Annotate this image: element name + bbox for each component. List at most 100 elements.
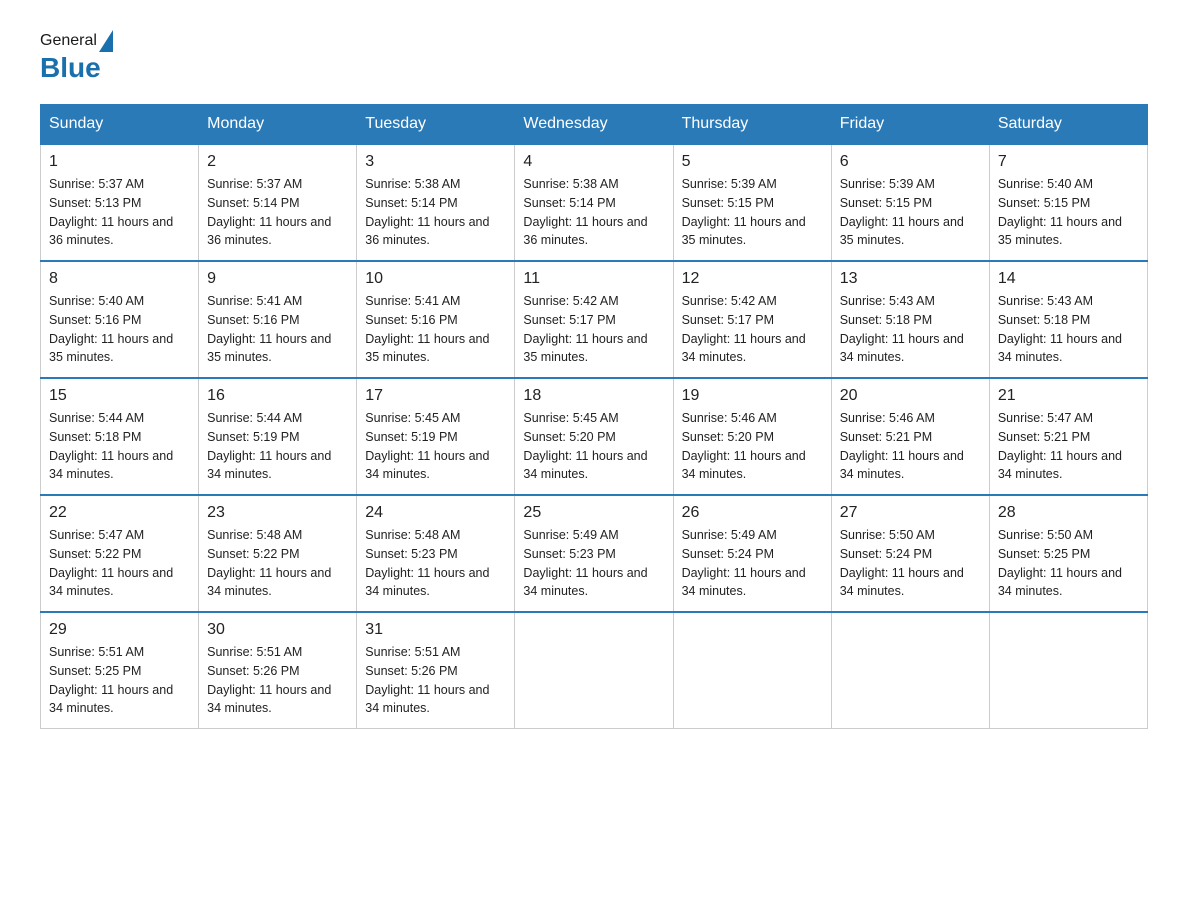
day-info: Sunrise: 5:42 AMSunset: 5:17 PMDaylight:…	[523, 294, 647, 364]
calendar-day-cell: 9 Sunrise: 5:41 AMSunset: 5:16 PMDayligh…	[199, 261, 357, 378]
calendar-day-cell: 15 Sunrise: 5:44 AMSunset: 5:18 PMDaylig…	[41, 378, 199, 495]
day-number: 8	[49, 270, 190, 288]
day-number: 5	[682, 153, 823, 171]
day-info: Sunrise: 5:39 AMSunset: 5:15 PMDaylight:…	[682, 177, 806, 247]
day-number: 25	[523, 504, 664, 522]
day-info: Sunrise: 5:51 AMSunset: 5:25 PMDaylight:…	[49, 645, 173, 715]
calendar-day-cell: 26 Sunrise: 5:49 AMSunset: 5:24 PMDaylig…	[673, 495, 831, 612]
day-number: 26	[682, 504, 823, 522]
calendar-day-cell: 24 Sunrise: 5:48 AMSunset: 5:23 PMDaylig…	[357, 495, 515, 612]
calendar-day-cell: 27 Sunrise: 5:50 AMSunset: 5:24 PMDaylig…	[831, 495, 989, 612]
day-number: 20	[840, 387, 981, 405]
calendar-week-row: 29 Sunrise: 5:51 AMSunset: 5:25 PMDaylig…	[41, 612, 1148, 729]
calendar-day-cell: 21 Sunrise: 5:47 AMSunset: 5:21 PMDaylig…	[989, 378, 1147, 495]
day-number: 1	[49, 153, 190, 171]
day-number: 14	[998, 270, 1139, 288]
calendar-header-saturday: Saturday	[989, 105, 1147, 145]
calendar-day-cell: 11 Sunrise: 5:42 AMSunset: 5:17 PMDaylig…	[515, 261, 673, 378]
day-number: 17	[365, 387, 506, 405]
day-info: Sunrise: 5:42 AMSunset: 5:17 PMDaylight:…	[682, 294, 806, 364]
day-number: 28	[998, 504, 1139, 522]
calendar-day-cell: 2 Sunrise: 5:37 AMSunset: 5:14 PMDayligh…	[199, 144, 357, 261]
day-number: 12	[682, 270, 823, 288]
day-info: Sunrise: 5:37 AMSunset: 5:14 PMDaylight:…	[207, 177, 331, 247]
day-number: 9	[207, 270, 348, 288]
calendar-header-sunday: Sunday	[41, 105, 199, 145]
calendar-week-row: 8 Sunrise: 5:40 AMSunset: 5:16 PMDayligh…	[41, 261, 1148, 378]
day-number: 19	[682, 387, 823, 405]
calendar-day-cell: 6 Sunrise: 5:39 AMSunset: 5:15 PMDayligh…	[831, 144, 989, 261]
day-number: 31	[365, 621, 506, 639]
day-number: 22	[49, 504, 190, 522]
calendar-table: SundayMondayTuesdayWednesdayThursdayFrid…	[40, 104, 1148, 729]
calendar-header-tuesday: Tuesday	[357, 105, 515, 145]
calendar-day-cell: 25 Sunrise: 5:49 AMSunset: 5:23 PMDaylig…	[515, 495, 673, 612]
day-number: 7	[998, 153, 1139, 171]
logo: General Blue	[40, 30, 115, 84]
day-info: Sunrise: 5:50 AMSunset: 5:24 PMDaylight:…	[840, 528, 964, 598]
day-info: Sunrise: 5:51 AMSunset: 5:26 PMDaylight:…	[207, 645, 331, 715]
calendar-empty-cell	[989, 612, 1147, 729]
calendar-day-cell: 19 Sunrise: 5:46 AMSunset: 5:20 PMDaylig…	[673, 378, 831, 495]
day-info: Sunrise: 5:50 AMSunset: 5:25 PMDaylight:…	[998, 528, 1122, 598]
calendar-day-cell: 20 Sunrise: 5:46 AMSunset: 5:21 PMDaylig…	[831, 378, 989, 495]
calendar-header-row: SundayMondayTuesdayWednesdayThursdayFrid…	[41, 105, 1148, 145]
calendar-day-cell: 23 Sunrise: 5:48 AMSunset: 5:22 PMDaylig…	[199, 495, 357, 612]
day-number: 13	[840, 270, 981, 288]
calendar-day-cell: 22 Sunrise: 5:47 AMSunset: 5:22 PMDaylig…	[41, 495, 199, 612]
day-info: Sunrise: 5:38 AMSunset: 5:14 PMDaylight:…	[523, 177, 647, 247]
calendar-day-cell: 30 Sunrise: 5:51 AMSunset: 5:26 PMDaylig…	[199, 612, 357, 729]
calendar-week-row: 22 Sunrise: 5:47 AMSunset: 5:22 PMDaylig…	[41, 495, 1148, 612]
calendar-day-cell: 3 Sunrise: 5:38 AMSunset: 5:14 PMDayligh…	[357, 144, 515, 261]
logo-triangle-icon	[99, 30, 113, 52]
calendar-day-cell: 16 Sunrise: 5:44 AMSunset: 5:19 PMDaylig…	[199, 378, 357, 495]
day-info: Sunrise: 5:44 AMSunset: 5:19 PMDaylight:…	[207, 411, 331, 481]
calendar-week-row: 1 Sunrise: 5:37 AMSunset: 5:13 PMDayligh…	[41, 144, 1148, 261]
day-number: 23	[207, 504, 348, 522]
calendar-empty-cell	[515, 612, 673, 729]
calendar-day-cell: 7 Sunrise: 5:40 AMSunset: 5:15 PMDayligh…	[989, 144, 1147, 261]
day-info: Sunrise: 5:49 AMSunset: 5:23 PMDaylight:…	[523, 528, 647, 598]
calendar-day-cell: 4 Sunrise: 5:38 AMSunset: 5:14 PMDayligh…	[515, 144, 673, 261]
calendar-header-monday: Monday	[199, 105, 357, 145]
day-info: Sunrise: 5:45 AMSunset: 5:20 PMDaylight:…	[523, 411, 647, 481]
day-info: Sunrise: 5:37 AMSunset: 5:13 PMDaylight:…	[49, 177, 173, 247]
calendar-header-wednesday: Wednesday	[515, 105, 673, 145]
day-info: Sunrise: 5:44 AMSunset: 5:18 PMDaylight:…	[49, 411, 173, 481]
day-number: 27	[840, 504, 981, 522]
day-number: 18	[523, 387, 664, 405]
logo-blue-text: Blue	[40, 52, 101, 84]
day-info: Sunrise: 5:46 AMSunset: 5:21 PMDaylight:…	[840, 411, 964, 481]
day-info: Sunrise: 5:47 AMSunset: 5:22 PMDaylight:…	[49, 528, 173, 598]
calendar-day-cell: 29 Sunrise: 5:51 AMSunset: 5:25 PMDaylig…	[41, 612, 199, 729]
day-info: Sunrise: 5:40 AMSunset: 5:15 PMDaylight:…	[998, 177, 1122, 247]
calendar-day-cell: 14 Sunrise: 5:43 AMSunset: 5:18 PMDaylig…	[989, 261, 1147, 378]
calendar-day-cell: 17 Sunrise: 5:45 AMSunset: 5:19 PMDaylig…	[357, 378, 515, 495]
page-header: General Blue	[40, 30, 1148, 84]
calendar-day-cell: 31 Sunrise: 5:51 AMSunset: 5:26 PMDaylig…	[357, 612, 515, 729]
day-number: 21	[998, 387, 1139, 405]
calendar-day-cell: 13 Sunrise: 5:43 AMSunset: 5:18 PMDaylig…	[831, 261, 989, 378]
day-info: Sunrise: 5:49 AMSunset: 5:24 PMDaylight:…	[682, 528, 806, 598]
day-info: Sunrise: 5:51 AMSunset: 5:26 PMDaylight:…	[365, 645, 489, 715]
day-info: Sunrise: 5:43 AMSunset: 5:18 PMDaylight:…	[998, 294, 1122, 364]
day-info: Sunrise: 5:46 AMSunset: 5:20 PMDaylight:…	[682, 411, 806, 481]
day-info: Sunrise: 5:41 AMSunset: 5:16 PMDaylight:…	[365, 294, 489, 364]
day-number: 29	[49, 621, 190, 639]
day-info: Sunrise: 5:47 AMSunset: 5:21 PMDaylight:…	[998, 411, 1122, 481]
calendar-header-thursday: Thursday	[673, 105, 831, 145]
calendar-header-friday: Friday	[831, 105, 989, 145]
day-number: 3	[365, 153, 506, 171]
day-number: 24	[365, 504, 506, 522]
day-number: 16	[207, 387, 348, 405]
calendar-day-cell: 1 Sunrise: 5:37 AMSunset: 5:13 PMDayligh…	[41, 144, 199, 261]
calendar-week-row: 15 Sunrise: 5:44 AMSunset: 5:18 PMDaylig…	[41, 378, 1148, 495]
day-info: Sunrise: 5:41 AMSunset: 5:16 PMDaylight:…	[207, 294, 331, 364]
day-info: Sunrise: 5:39 AMSunset: 5:15 PMDaylight:…	[840, 177, 964, 247]
day-info: Sunrise: 5:43 AMSunset: 5:18 PMDaylight:…	[840, 294, 964, 364]
day-number: 15	[49, 387, 190, 405]
day-info: Sunrise: 5:40 AMSunset: 5:16 PMDaylight:…	[49, 294, 173, 364]
calendar-day-cell: 28 Sunrise: 5:50 AMSunset: 5:25 PMDaylig…	[989, 495, 1147, 612]
day-number: 6	[840, 153, 981, 171]
day-info: Sunrise: 5:48 AMSunset: 5:22 PMDaylight:…	[207, 528, 331, 598]
